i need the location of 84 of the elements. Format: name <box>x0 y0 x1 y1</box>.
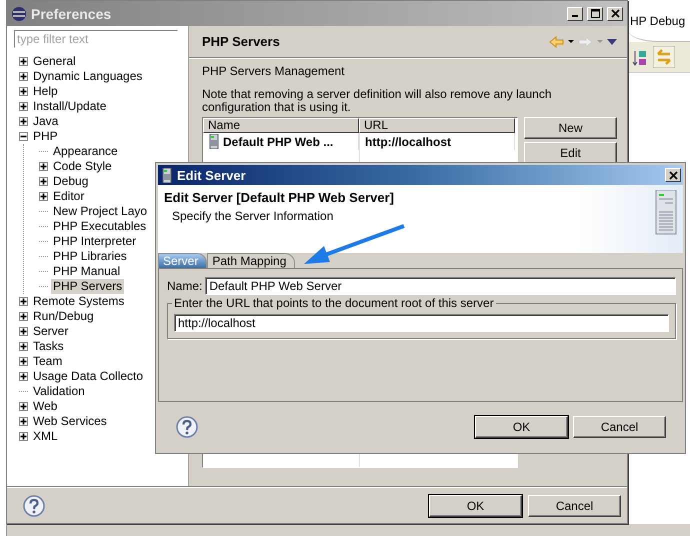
maximize-button[interactable] <box>587 6 603 20</box>
tab[interactable]: Path Mapping <box>207 253 296 268</box>
tree-item[interactable]: PHP Libraries <box>51 249 129 264</box>
tree-item[interactable]: Debug <box>51 174 90 189</box>
expand-icon[interactable] <box>19 72 28 81</box>
view-menu-icon[interactable] <box>607 38 617 44</box>
tree-item[interactable]: Code Style <box>51 159 114 174</box>
tree-item[interactable]: New Project Layo <box>51 204 150 219</box>
collapse-icon[interactable] <box>19 132 28 141</box>
perspective-tab[interactable]: HP Debug <box>630 14 686 28</box>
help-icon[interactable] <box>176 416 198 438</box>
expand-icon[interactable] <box>19 327 28 336</box>
tree-item[interactable]: Web <box>31 399 60 414</box>
eclipse-icon <box>11 6 27 22</box>
sort-icon[interactable] <box>632 48 647 66</box>
tree-item[interactable]: XML <box>31 429 60 444</box>
dropdown-icon[interactable] <box>568 40 574 43</box>
expand-icon[interactable] <box>19 87 28 96</box>
tree-item[interactable]: PHP Executables <box>51 219 148 234</box>
server-icon <box>655 190 677 235</box>
table-cell: Default PHP Web ... <box>223 134 334 148</box>
server-icon <box>209 134 219 149</box>
close-icon <box>610 9 620 18</box>
name-field[interactable]: Default PHP Web Server <box>205 277 676 295</box>
dialog-heading: Edit Server [Default PHP Web Server] <box>164 190 395 205</box>
page-title: PHP Servers <box>202 34 281 49</box>
description-text: PHP Servers Management <box>202 64 346 78</box>
expand-icon[interactable] <box>19 312 28 321</box>
ok-button[interactable]: OK <box>429 494 522 516</box>
group-label: Enter the URL that points to the document root of this server <box>172 296 496 310</box>
close-button[interactable] <box>607 6 623 20</box>
tree-item[interactable]: Run/Debug <box>31 309 96 324</box>
expand-icon[interactable] <box>19 57 28 66</box>
tree-item[interactable]: Install/Update <box>31 99 108 114</box>
expand-icon[interactable] <box>39 162 48 171</box>
url-field[interactable]: http://localhost <box>174 314 669 332</box>
expand-icon[interactable] <box>19 417 28 426</box>
column-header[interactable]: Name <box>203 118 359 133</box>
cancel-button[interactable]: Cancel <box>573 416 666 438</box>
table-action-button[interactable]: New <box>524 117 617 139</box>
tree-item[interactable]: Tasks <box>31 339 66 354</box>
expand-icon[interactable] <box>19 402 28 411</box>
tree-item[interactable]: Server <box>31 324 70 339</box>
tree-item[interactable]: Usage Data Collecto <box>31 369 146 384</box>
expand-icon[interactable] <box>39 177 48 186</box>
tree-item[interactable]: Appearance <box>51 144 120 159</box>
tree-item[interactable]: PHP Interpreter <box>51 234 138 249</box>
filter-field[interactable]: type filter text <box>14 30 178 48</box>
minimize-button[interactable] <box>567 6 583 20</box>
note-text: Note that removing a server definition will also remove any launch configuration that is using it. <box>202 88 553 114</box>
field-label: Name: <box>167 279 202 293</box>
expand-icon[interactable] <box>19 372 28 381</box>
ok-button[interactable]: OK <box>475 416 568 438</box>
tree-item[interactable]: Web Services <box>31 414 109 429</box>
table-cell: http://localhost <box>359 133 515 150</box>
tree-item[interactable]: Remote Systems <box>31 294 126 309</box>
tree-item[interactable]: Editor <box>51 189 86 204</box>
table-action-button[interactable]: Edit <box>524 142 617 164</box>
maximize-icon <box>590 9 600 18</box>
expand-icon[interactable] <box>19 117 28 126</box>
expand-icon[interactable] <box>19 432 28 441</box>
expand-icon[interactable] <box>19 342 28 351</box>
expand-icon[interactable] <box>19 357 28 366</box>
window-title: Preferences <box>31 6 112 22</box>
dialog-title: Edit Server <box>177 168 247 182</box>
tree-item[interactable]: PHP <box>31 129 60 144</box>
tree-item[interactable]: General <box>31 54 78 69</box>
close-button[interactable] <box>665 168 681 182</box>
server-icon <box>162 168 172 182</box>
column-header[interactable]: URL <box>359 118 515 133</box>
tree-item[interactable]: Validation <box>31 384 87 399</box>
tree-item[interactable]: Dynamic Languages <box>31 69 144 84</box>
dialog-subtitle: Specify the Server Information <box>172 209 334 223</box>
tree-item[interactable]: PHP Servers <box>51 279 124 294</box>
tree-item[interactable]: Java <box>31 114 60 129</box>
expand-icon[interactable] <box>19 297 28 306</box>
close-icon <box>668 170 678 180</box>
expand-icon[interactable] <box>39 192 48 201</box>
tree-item[interactable]: PHP Manual <box>51 264 122 279</box>
help-icon[interactable] <box>23 494 45 516</box>
expand-icon[interactable] <box>19 102 28 111</box>
tree-item[interactable]: Team <box>31 354 64 369</box>
tree-item[interactable]: Help <box>31 84 60 99</box>
cancel-button[interactable]: Cancel <box>528 494 621 516</box>
